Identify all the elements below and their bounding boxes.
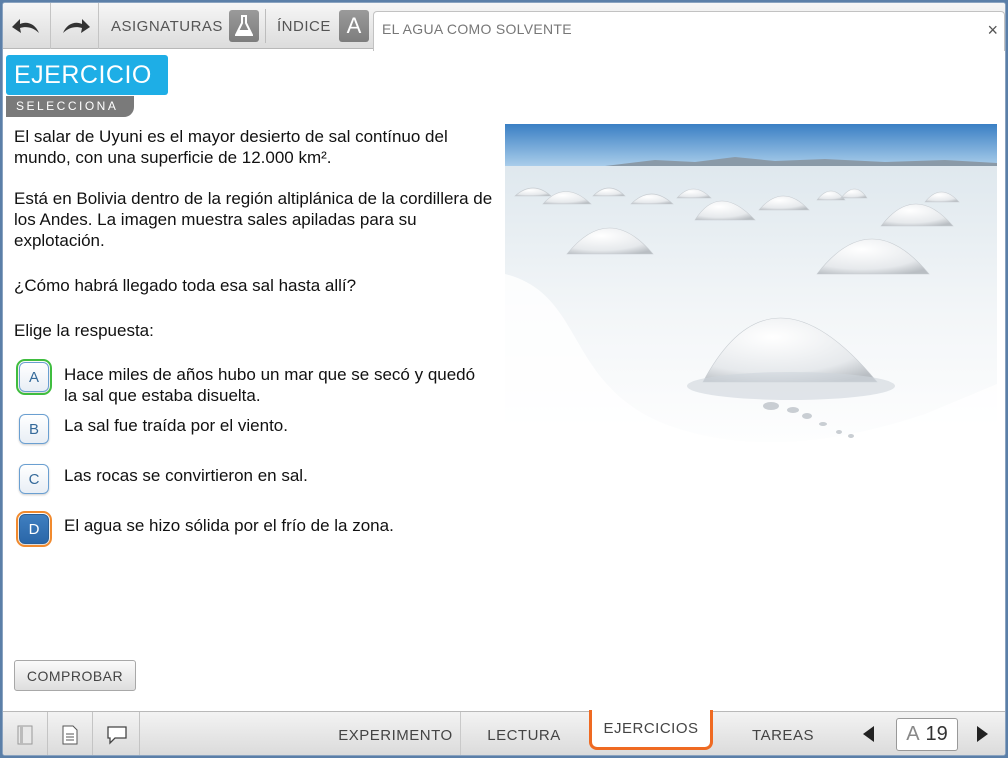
- question-text: ¿Cómo habrá llegado toda esa sal hasta a…: [14, 276, 357, 295]
- app-window: ASIGNATURAS ÍNDICE A EL AGUA COMO SOLVEN…: [2, 2, 1006, 756]
- page-number: 19: [925, 723, 948, 745]
- option-d-button[interactable]: D: [16, 511, 52, 547]
- bottom-navigation: EXPERIMENTO LECTURA EJERCICIOS TAREAS A …: [3, 710, 1005, 755]
- salt-flat-illustration: [505, 124, 997, 464]
- redo-icon: [62, 19, 90, 33]
- index-letter-badge[interactable]: A: [339, 10, 369, 42]
- book-icon: [17, 725, 33, 745]
- instruction-text: Elige la respuesta:: [14, 321, 154, 340]
- option-b-text[interactable]: La sal fue traída por el viento.: [64, 415, 484, 436]
- check-button[interactable]: COMPROBAR: [14, 660, 136, 691]
- option-c-button[interactable]: C: [19, 464, 49, 494]
- exercise-header: EJERCICIO: [6, 55, 168, 95]
- close-icon[interactable]: ×: [987, 20, 998, 41]
- undo-button[interactable]: [3, 3, 51, 49]
- speech-bubble-icon: [107, 726, 127, 745]
- comments-button[interactable]: [95, 712, 140, 755]
- document-title: EL AGUA COMO SOLVENTE: [382, 21, 572, 37]
- intro-paragraph: El salar de Uyuni es el mayor desierto d…: [14, 127, 448, 167]
- tab-tareas[interactable]: TAREAS: [719, 712, 847, 755]
- tab-ejercicios[interactable]: EJERCICIOS: [589, 710, 713, 750]
- location-paragraph: Está en Bolivia dentro de la región alti…: [14, 189, 493, 250]
- option-b-button[interactable]: B: [19, 414, 49, 444]
- index-button[interactable]: ÍNDICE: [277, 3, 331, 49]
- option-c-text[interactable]: Las rocas se convirtieron en sal.: [64, 465, 484, 486]
- undo-icon: [11, 19, 39, 33]
- notes-button[interactable]: [48, 712, 93, 755]
- toolbar-divider: [265, 9, 266, 43]
- next-page-icon[interactable]: [977, 726, 988, 742]
- redo-button[interactable]: [51, 3, 99, 49]
- page-indicator[interactable]: A 19: [896, 718, 958, 751]
- page-letter: A: [906, 723, 920, 745]
- subjects-button[interactable]: ASIGNATURAS: [111, 3, 223, 49]
- tab-experimento[interactable]: EXPERIMENTO: [331, 712, 461, 755]
- option-d-text[interactable]: El agua se hizo sólida por el frío de la…: [64, 515, 484, 536]
- previous-page-icon[interactable]: [863, 726, 874, 742]
- exercise-mode-badge: SELECCIONA: [6, 96, 134, 117]
- document-tab: EL AGUA COMO SOLVENTE ×: [373, 11, 1005, 51]
- flask-icon[interactable]: [229, 10, 259, 42]
- document-icon: [62, 725, 78, 745]
- option-a-button[interactable]: A: [16, 359, 52, 395]
- tab-lectura[interactable]: LECTURA: [461, 712, 587, 755]
- top-toolbar: ASIGNATURAS ÍNDICE A EL AGUA COMO SOLVEN…: [3, 3, 1005, 51]
- book-button[interactable]: [3, 712, 48, 755]
- option-a-text[interactable]: Hace miles de años hubo un mar que se se…: [64, 364, 484, 406]
